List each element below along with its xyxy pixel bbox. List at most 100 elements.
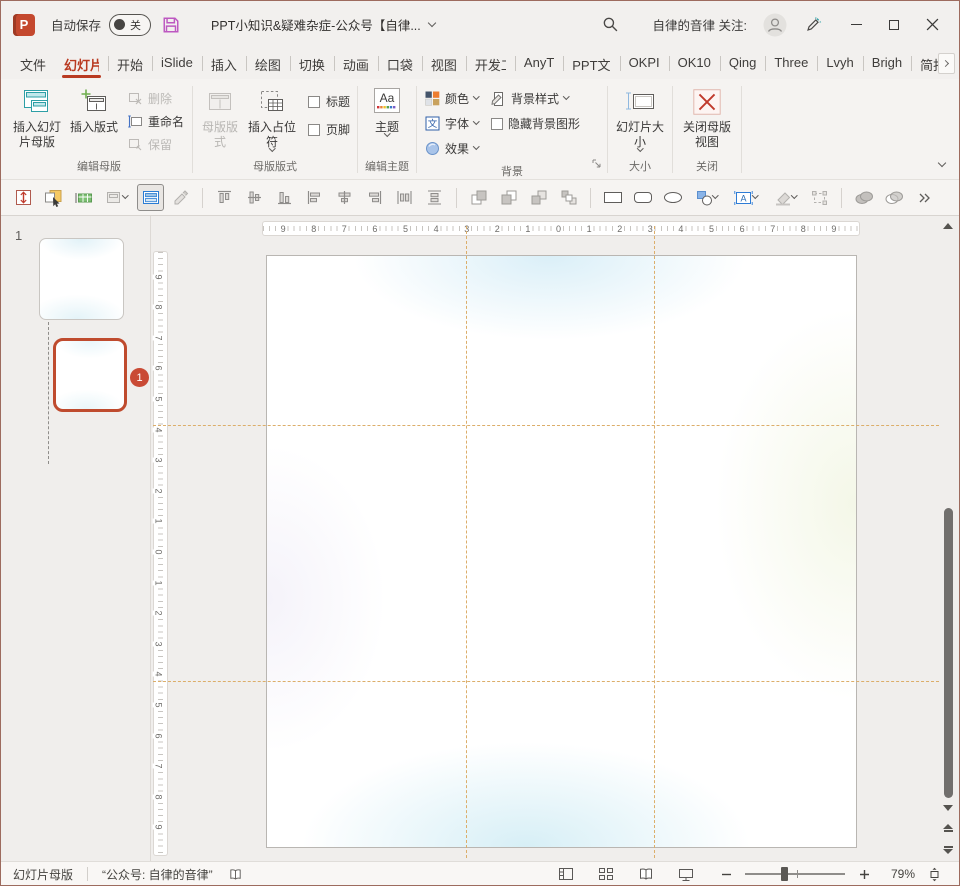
search-button[interactable] [597,11,625,39]
vertical-double-arrow-icon [15,189,32,206]
account-text: 自律的音律 关注: [653,15,747,34]
document-title[interactable]: PPT小知识&疑难杂症-公众号【自律... [211,15,435,34]
rectangle-shape-button[interactable] [599,184,626,211]
tab-draw[interactable]: 绘图 [246,48,290,79]
theme-colors-button[interactable]: 颜色 [420,86,486,111]
theme-effects-button[interactable]: 效果 [420,136,486,161]
tab-ok10[interactable]: OK10 [669,48,720,79]
align-bottom-button [271,184,298,211]
horizontal-guide-top[interactable] [153,425,939,426]
master-slide-thumbnail[interactable] [39,238,124,320]
vertical-guide-left[interactable] [466,226,467,858]
zoom-out-button[interactable] [713,864,739,884]
tab-lvyh[interactable]: Lvyh [817,48,862,79]
bring-forward-icon [470,189,488,206]
insert-layout-button[interactable]: 插入版式 [65,82,123,135]
tab-anyt[interactable]: AnyT [515,48,563,79]
inking-pen-button[interactable] [799,11,827,39]
selected-layout-thumbnail[interactable] [53,338,127,412]
tab-view[interactable]: 视图 [422,48,466,79]
tab-pptwen[interactable]: PPT文 [563,48,619,79]
toolbar-overflow-button[interactable] [910,184,937,211]
tab-insert[interactable]: 插入 [202,48,246,79]
tab-islide[interactable]: iSlide [152,48,202,79]
theme-fonts-button[interactable]: 文 字体 [420,111,486,136]
tab-okpi[interactable]: OKPI [620,48,669,79]
chevron-down-icon [938,159,946,167]
previous-slide-button[interactable] [943,824,953,832]
fit-height-button[interactable] [10,184,37,211]
ruler-number: 3 [647,224,654,234]
send-backward-icon [500,189,518,206]
scrollbar-thumb[interactable] [944,508,953,798]
tab-brigh[interactable]: Brigh [863,48,911,79]
account-avatar[interactable] [761,11,789,39]
tab-overflow-button[interactable] [938,53,955,74]
maximize-button[interactable] [875,8,913,42]
reading-view-button[interactable] [633,864,659,884]
horizontal-guide-bottom[interactable] [153,681,939,682]
double-up-bar [944,830,953,832]
status-bar: 幻灯片母版 “公众号: 自律的音律” [1,861,959,886]
next-slide-button[interactable] [943,846,953,854]
tab-qing[interactable]: Qing [720,48,765,79]
align-center-button [331,184,358,211]
chevron-down-icon [473,118,479,124]
tab-koudai[interactable]: 口袋 [378,48,422,79]
slide-canvas[interactable] [266,255,857,848]
insert-slide-master-button[interactable]: 插入幻灯片母版 [9,82,65,150]
tab-transitions[interactable]: 切换 [290,48,334,79]
collapse-ribbon-button[interactable] [939,153,945,171]
rename-button[interactable]: 重命名 [123,110,189,133]
ellipse-shape-button[interactable] [659,184,686,211]
slideshow-button[interactable] [673,864,699,884]
save-button[interactable] [157,11,185,39]
tab-three[interactable]: Three [765,48,817,79]
rounded-rectangle-shape-button[interactable] [629,184,656,211]
text-box-button[interactable]: A [728,184,764,211]
fit-slide-to-window-button[interactable] [921,864,947,884]
zoom-level[interactable]: 79% [881,867,915,881]
scroll-down-button[interactable] [943,805,953,811]
hide-background-graphics-checkbox[interactable]: 隐藏背景图形 [486,111,585,136]
vertical-ruler[interactable]: 9876543210123456789 [154,252,167,855]
background-styles-icon [491,91,506,107]
close-master-view-button[interactable]: 关闭母版视图 [676,82,738,150]
table-placeholder-button[interactable] [70,184,97,211]
close-button[interactable] [913,8,951,42]
horizontal-ruler[interactable]: 9876543210123456789 [263,222,859,235]
autosave-toggle[interactable]: 关 [109,14,151,36]
tab-animations[interactable]: 动画 [334,48,378,79]
insert-frame-button[interactable] [100,184,134,211]
zoom-slider-thumb[interactable] [781,867,788,881]
title-checkbox[interactable]: 标题 [308,93,350,110]
tab-file[interactable]: 文件 [11,48,55,79]
themes-button[interactable]: Aa 主题 [361,82,413,136]
group-label: 母版版式 [196,156,354,179]
zoom-slider[interactable] [745,873,845,875]
background-styles-button[interactable]: 背景样式 [486,86,585,111]
search-icon [602,16,619,33]
dialog-launcher-button[interactable] [592,155,601,173]
footer-checkbox[interactable]: 页脚 [308,121,350,138]
tab-developer[interactable]: 开发工具 [466,48,515,79]
slide-size-button[interactable]: 幻灯片大小 [611,82,669,151]
minimize-button[interactable] [837,8,875,42]
merge-union-button [850,184,877,211]
tab-home[interactable]: 开始 [108,48,152,79]
more-shapes-button[interactable] [689,184,725,211]
layout-panel-button[interactable] [137,184,164,211]
insert-placeholder-button[interactable]: 插入占位符 [244,82,300,151]
select-object-button[interactable] [40,184,67,211]
proofing-button[interactable] [223,864,249,884]
minimize-icon [851,24,862,26]
slide-sorter-button[interactable] [593,864,619,884]
vertical-guide-right[interactable] [654,226,655,858]
normal-view-button[interactable] [553,864,579,884]
chevron-down-icon [752,192,758,198]
scroll-up-button[interactable] [943,223,953,229]
zoom-in-button[interactable] [851,864,877,884]
tab-slide-master[interactable]: 幻灯片 [55,48,108,79]
vertical-scrollbar[interactable] [939,216,958,861]
distribute-horizontal-icon [396,189,413,206]
